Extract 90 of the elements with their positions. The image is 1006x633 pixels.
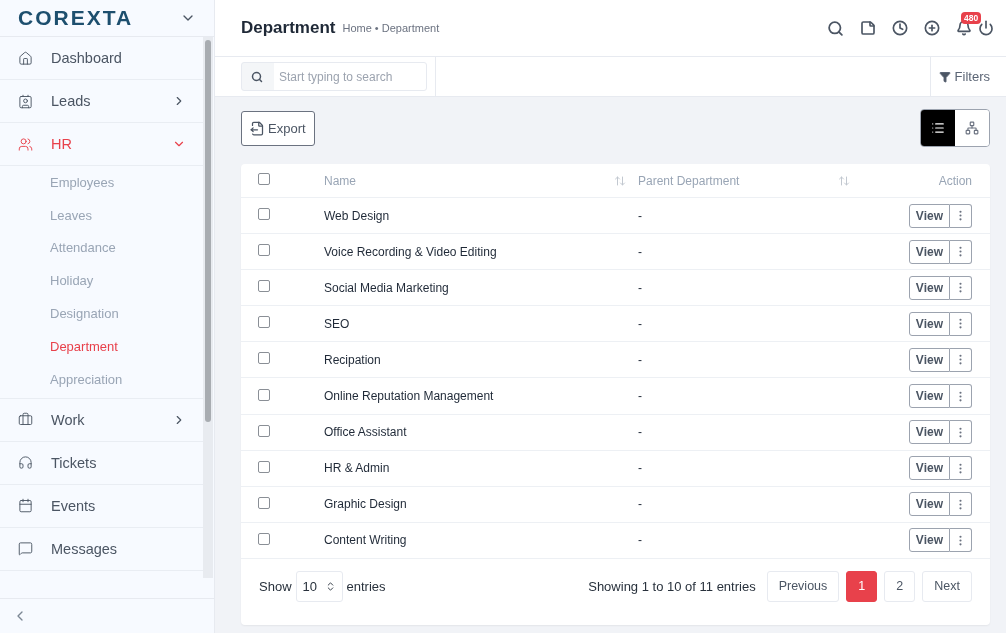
headset-icon: [18, 455, 33, 471]
filter-icon: [938, 70, 951, 83]
view-button[interactable]: View: [908, 239, 950, 264]
more-button[interactable]: [950, 239, 972, 264]
more-button[interactable]: [950, 456, 972, 481]
page-size-select[interactable]: 10: [295, 570, 343, 602]
view-button[interactable]: View: [908, 528, 950, 553]
export-icon: [250, 120, 265, 136]
view-button[interactable]: View: [908, 384, 950, 408]
more-button[interactable]: [950, 528, 972, 553]
view-button[interactable]: View: [908, 311, 950, 336]
list-icon: [931, 121, 945, 135]
checkbox[interactable]: [258, 173, 270, 185]
view-button[interactable]: View: [908, 492, 950, 517]
more-button[interactable]: [950, 203, 972, 228]
table-cell-text: SEO: [324, 316, 351, 331]
checkbox[interactable]: [258, 424, 270, 437]
briefcase-icon: [18, 412, 33, 428]
table-cell-text: Recipation: [324, 352, 382, 367]
users-icon: [18, 136, 33, 152]
hierarchy-icon: [965, 121, 979, 135]
view-button[interactable]: View: [908, 203, 950, 228]
entries-info: Showing 1 to 10 of 11 entries: [588, 578, 756, 594]
column-header: Action: [937, 173, 972, 188]
table-cell-text: -: [638, 461, 643, 476]
checkbox[interactable]: [258, 244, 270, 257]
tree-view-button[interactable]: [955, 110, 989, 146]
table-cell-text: Online Reputation Management: [324, 389, 495, 403]
view-button[interactable]: View: [908, 347, 950, 372]
sort-icon[interactable]: [614, 174, 626, 187]
table-cell-text: Voice Recording & Video Editing: [324, 244, 498, 259]
export-button[interactable]: Export: [241, 110, 315, 146]
checkbox[interactable]: [258, 208, 270, 221]
table-cell-text: -: [638, 389, 643, 403]
list-view-button[interactable]: [921, 110, 955, 146]
entries-label: entries: [346, 578, 386, 594]
page-button[interactable]: 1: [846, 570, 878, 602]
table-cell-text: -: [638, 244, 643, 259]
add-icon[interactable]: [924, 20, 940, 36]
checkbox[interactable]: [258, 316, 270, 329]
breadcrumb: Home • Department: [342, 22, 441, 34]
table-cell-text: Graphic Design: [324, 497, 408, 512]
checkbox[interactable]: [258, 460, 270, 473]
table-cell-text: HR & Admin: [324, 461, 391, 476]
checkbox[interactable]: [258, 352, 270, 365]
table-cell-text: Web Design: [324, 208, 391, 223]
more-button[interactable]: [950, 492, 972, 517]
more-button[interactable]: [950, 347, 972, 372]
search-icon[interactable]: [827, 19, 844, 37]
sort-icon[interactable]: [838, 174, 850, 187]
logo: COREXTA: [18, 6, 134, 30]
table-cell-text: -: [638, 316, 643, 331]
table-cell-text: -: [638, 425, 643, 440]
chat-icon: [18, 541, 33, 557]
more-button[interactable]: [950, 384, 972, 408]
show-label: Show: [259, 578, 292, 594]
note-icon[interactable]: [860, 20, 876, 36]
table-cell-text: -: [638, 352, 643, 367]
calendar-icon: [18, 498, 33, 514]
table-cell-text: -: [638, 533, 643, 548]
table-cell-text: Office Assistant: [324, 425, 408, 440]
view-button[interactable]: View: [908, 456, 950, 481]
table-cell-text: -: [638, 208, 643, 223]
power-icon[interactable]: [978, 20, 994, 36]
checkbox[interactable]: [258, 280, 270, 293]
search-field[interactable]: Start typing to search: [241, 62, 427, 91]
checkbox[interactable]: [258, 532, 270, 545]
table-cell-text: Social Media Marketing: [324, 280, 450, 295]
page-button[interactable]: Previous: [766, 570, 840, 602]
bell-icon[interactable]: [956, 20, 972, 36]
search-icon: [251, 71, 263, 83]
more-button[interactable]: [950, 311, 972, 336]
contact-card-icon: [18, 93, 33, 109]
checkbox[interactable]: [258, 388, 270, 401]
checkbox[interactable]: [258, 496, 270, 509]
clock-icon[interactable]: [892, 20, 908, 36]
home-icon: [18, 50, 33, 66]
more-button[interactable]: [950, 420, 972, 445]
page-title: Department: [241, 18, 336, 38]
more-button[interactable]: [950, 275, 972, 300]
page-button[interactable]: 2: [884, 570, 916, 602]
table-cell-text: Content Writing: [324, 533, 408, 548]
notification-badge: 480: [961, 12, 982, 24]
view-button[interactable]: View: [908, 275, 950, 300]
page-button[interactable]: Next: [922, 570, 972, 602]
sidebar-subitem[interactable]: Department: [0, 330, 204, 363]
scrollbar[interactable]: [203, 37, 213, 578]
view-button[interactable]: View: [908, 420, 950, 445]
table-cell-text: -: [638, 280, 643, 295]
table-cell-text: -: [638, 497, 643, 512]
